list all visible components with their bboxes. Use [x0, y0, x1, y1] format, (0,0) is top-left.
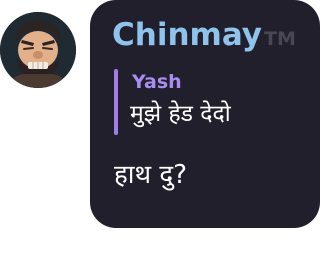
reply-quote[interactable]: Yash मुझे हेड देदो: [114, 69, 310, 135]
grimacing-bearded-man-avatar-icon: [0, 12, 76, 88]
sender-tag: TM: [264, 28, 296, 50]
reply-text: मुझे हेड देदो: [130, 101, 231, 127]
message-bubble[interactable]: Chinmay TM Yash मुझे हेड देदो हाथ दु?: [90, 0, 320, 228]
message-text: हाथ दु?: [114, 160, 188, 190]
sender-name[interactable]: Chinmay: [112, 17, 262, 53]
avatar[interactable]: [0, 12, 76, 88]
reply-author: Yash: [132, 71, 182, 93]
reply-bar: [114, 69, 118, 135]
sender: Chinmay TM: [112, 20, 296, 51]
